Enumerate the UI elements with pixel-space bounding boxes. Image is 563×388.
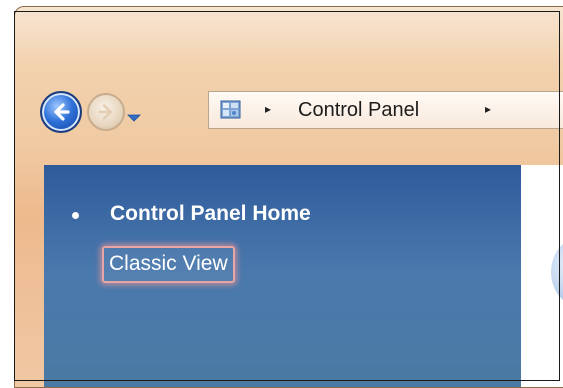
control-panel-icon	[220, 99, 242, 121]
category-icon	[551, 237, 563, 307]
address-bar[interactable]: ▸ Control Panel ▸	[208, 91, 563, 129]
sidebar-item-classic-view[interactable]: Classic View	[102, 246, 235, 283]
control-panel-window: ▸ Control Panel ▸	[14, 6, 563, 388]
chevron-down-icon	[127, 114, 141, 122]
recent-pages-dropdown[interactable]	[127, 108, 141, 122]
content-pane	[521, 165, 563, 387]
breadcrumb-separator[interactable]: ▸	[265, 102, 271, 116]
sidebar-item-label: Classic View	[109, 252, 228, 275]
breadcrumb-separator[interactable]: ▸	[485, 102, 491, 116]
forward-button[interactable]	[87, 93, 125, 131]
breadcrumb-control-panel[interactable]: Control Panel	[298, 99, 419, 122]
forward-arrow-icon	[98, 104, 112, 120]
back-button[interactable]	[40, 91, 82, 133]
back-arrow-icon	[54, 103, 70, 121]
bullet-icon	[72, 212, 79, 219]
sidebar-item-control-panel-home[interactable]: Control Panel Home	[110, 202, 311, 226]
